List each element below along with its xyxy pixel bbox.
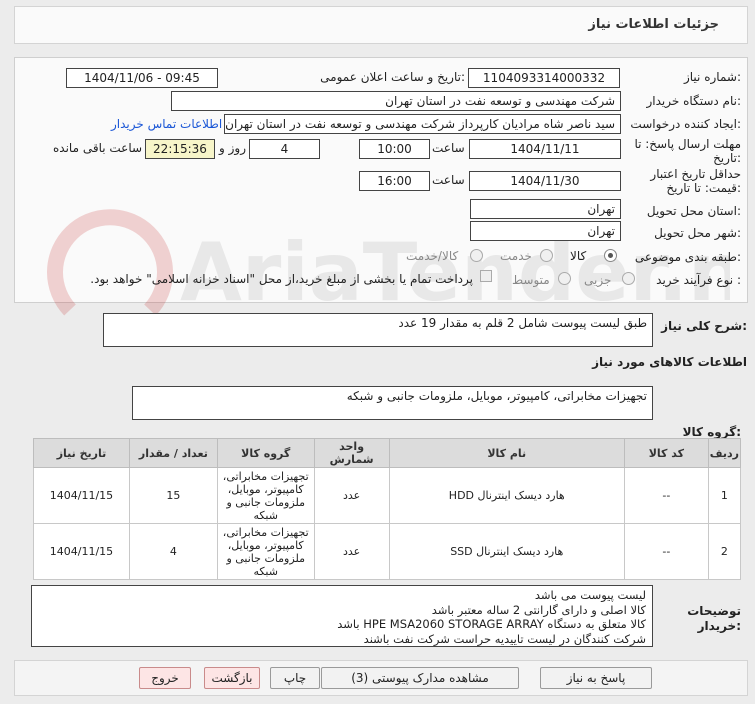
province-field: تهران bbox=[470, 199, 621, 219]
summary-field: طبق لیست پیوست شامل 2 قلم به مقدار 19 عد… bbox=[103, 313, 653, 347]
print-button[interactable]: چاپ bbox=[270, 667, 320, 689]
buyer-note-line: کالا اصلی و دارای گارانتی 2 ساله معتبر ب… bbox=[431, 602, 646, 617]
buyer-note-line: لیست پیوست می باشد bbox=[534, 588, 646, 602]
need-number-field: 1104093314000332 bbox=[468, 68, 620, 88]
page-header: جزئیات اطلاعات نیاز bbox=[14, 6, 748, 44]
table-row: 2 -- هارد دیسک اینترنال SSD عدد تجهیزات … bbox=[33, 523, 742, 580]
cell-date: 1404/11/15 bbox=[33, 467, 130, 524]
cell-unit: عدد bbox=[313, 467, 390, 524]
validity-date-field: 1404/11/30 bbox=[469, 171, 621, 191]
category-option-service: خدمت bbox=[500, 249, 532, 263]
buyer-notes-field: لیست پیوست می باشد کالا اصلی و دارای گار… bbox=[31, 585, 653, 647]
treasury-checkbox[interactable] bbox=[480, 270, 492, 282]
creator-label: ایجاد کننده درخواست: bbox=[630, 117, 741, 131]
validity-time-label: ساعت bbox=[432, 173, 465, 187]
category-option-goods-service: کالا/خدمت bbox=[406, 249, 459, 263]
deadline-time-label: ساعت bbox=[432, 141, 465, 155]
validity-time-field: 16:00 bbox=[359, 171, 430, 191]
category-label: طبقه بندی موضوعی: bbox=[634, 250, 741, 264]
remaining-time-label: ساعت باقی مانده bbox=[53, 141, 143, 155]
cell-row: 1 bbox=[707, 467, 742, 524]
category-radio-goods-service[interactable] bbox=[470, 249, 483, 262]
cell-qty: 15 bbox=[128, 467, 218, 524]
col-row: ردیف bbox=[707, 438, 742, 468]
buyer-note-line: کالا متعلق به دستگاه HPE MSA2060 STORAGE… bbox=[337, 617, 646, 631]
process-option-minor: جزیی bbox=[584, 273, 612, 287]
buyer-org-field: شرکت مهندسی و توسعه نفت در استان تهران bbox=[171, 91, 621, 111]
cell-group: تجهیزات مخابراتی، کامپیوتر، موبایل، ملزو… bbox=[216, 523, 315, 580]
cell-name: هارد دیسک اینترنال SSD bbox=[388, 523, 625, 580]
deadline-label-date: تاریخ: bbox=[713, 151, 741, 165]
col-name: نام کالا bbox=[388, 438, 625, 468]
validity-label-date: قیمت: تا تاریخ: bbox=[666, 181, 741, 195]
province-label: استان محل تحویل: bbox=[646, 204, 741, 218]
cell-unit: عدد bbox=[313, 523, 390, 580]
exit-button[interactable]: خروج bbox=[139, 667, 191, 689]
cell-code: -- bbox=[623, 467, 709, 524]
summary-label: شرح کلی نیاز: bbox=[661, 319, 747, 333]
days-field: 4 bbox=[249, 139, 320, 159]
days-label: روز و bbox=[219, 141, 246, 155]
validity-label: حداقل تاریخ اعتبار bbox=[650, 167, 741, 181]
page-title: جزئیات اطلاعات نیاز bbox=[588, 17, 719, 32]
buyer-notes-label-2: خریدار: bbox=[697, 619, 741, 633]
category-option-goods: کالا bbox=[570, 249, 587, 263]
col-code: کد کالا bbox=[623, 438, 709, 468]
process-option-medium: متوسط bbox=[512, 273, 550, 287]
attachments-button[interactable]: مشاهده مدارک پیوستی (3) bbox=[321, 667, 519, 689]
treasury-note: پرداخت تمام یا بخشی از مبلغ خرید،از محل … bbox=[90, 272, 473, 286]
col-group: گروه کالا bbox=[216, 438, 315, 468]
deadline-label: مهلت ارسال پاسخ: تا bbox=[634, 137, 741, 151]
cell-name: هارد دیسک اینترنال HDD bbox=[388, 467, 625, 524]
need-number-label: شماره نیاز: bbox=[683, 70, 741, 84]
city-label: شهر محل تحویل: bbox=[654, 226, 741, 240]
table-header-row: ردیف کد کالا نام کالا واحد شمارش گروه کا… bbox=[33, 438, 742, 468]
cell-code: -- bbox=[623, 523, 709, 580]
col-date: تاریخ نیاز bbox=[33, 438, 130, 468]
table-row: 1 -- هارد دیسک اینترنال HDD عدد تجهیزات … bbox=[33, 467, 742, 524]
buyer-contact-link[interactable]: اطلاعات تماس خریدار bbox=[111, 117, 222, 131]
cell-date: 1404/11/15 bbox=[33, 523, 130, 580]
back-button[interactable]: بازگشت bbox=[204, 667, 260, 689]
items-table: ردیف کد کالا نام کالا واحد شمارش گروه کا… bbox=[33, 438, 742, 580]
deadline-time-field: 10:00 bbox=[359, 139, 430, 159]
process-label: نوع فرآیند خرید : bbox=[656, 273, 741, 287]
goods-group-label: گروه کالا: bbox=[682, 425, 741, 439]
buyer-note-line: شرکت کنندگان در لیست تاییدیه حراست شرکت … bbox=[363, 631, 646, 646]
cell-row: 2 bbox=[707, 523, 742, 580]
reply-button[interactable]: پاسخ به نیاز bbox=[540, 667, 652, 689]
cell-qty: 4 bbox=[128, 523, 218, 580]
process-radio-minor[interactable] bbox=[622, 272, 635, 285]
creator-field: سید ناصر شاه مرادیان کارپرداز شرکت مهندس… bbox=[224, 114, 621, 134]
buyer-org-label: نام دستگاه خریدار: bbox=[646, 94, 742, 108]
col-qty: تعداد / مقدار bbox=[128, 438, 218, 468]
city-field: تهران bbox=[470, 221, 621, 241]
announce-field: 1404/11/06 - 09:45 bbox=[66, 68, 218, 88]
goods-section-title: اطلاعات کالاهای مورد نیاز bbox=[592, 355, 747, 369]
deadline-date-field: 1404/11/11 bbox=[469, 139, 621, 159]
category-radio-service[interactable] bbox=[540, 249, 553, 262]
announce-label: تاریخ و ساعت اعلان عمومی: bbox=[320, 70, 465, 84]
category-radio-goods[interactable] bbox=[604, 249, 617, 262]
goods-group-field: تجهیزات مخابراتی، کامپیوتر، موبایل، ملزو… bbox=[132, 386, 653, 420]
process-radio-medium[interactable] bbox=[558, 272, 571, 285]
buyer-notes-label: توضیحات bbox=[687, 604, 741, 618]
col-unit: واحد شمارش bbox=[313, 438, 390, 468]
cell-group: تجهیزات مخابراتی، کامپیوتر، موبایل، ملزو… bbox=[216, 467, 315, 524]
remaining-time-field: 22:15:36 bbox=[145, 139, 215, 159]
